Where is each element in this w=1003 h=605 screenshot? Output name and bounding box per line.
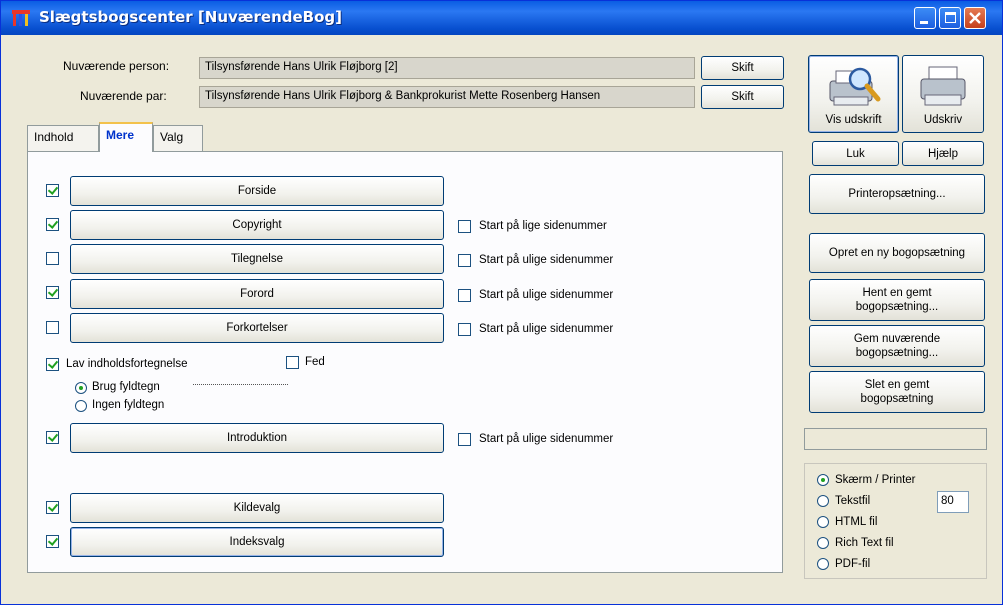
copyright-checkbox[interactable] xyxy=(46,218,59,231)
fed-checkbox[interactable] xyxy=(286,356,299,369)
main-window: Slægtsbogscenter [NuværendeBog] Nuværend… xyxy=(0,0,1003,605)
skift-par-button[interactable]: Skift xyxy=(701,85,784,109)
output-tekstfil-radio[interactable] xyxy=(817,495,829,507)
forside-button[interactable]: Forside xyxy=(70,176,444,206)
forkortelser-start-label: Start på ulige sidenummer xyxy=(479,323,614,335)
close-icon xyxy=(969,12,981,24)
gem-line-2: bogopsætning... xyxy=(855,347,939,359)
hent-line-1: Hent en gemt xyxy=(862,287,932,299)
title-bar[interactable]: Slægtsbogscenter [NuværendeBog] xyxy=(1,1,1002,35)
output-pdf-radio[interactable] xyxy=(817,558,829,570)
progress-bar xyxy=(804,428,987,450)
copyright-start-label: Start på lige sidenummer xyxy=(479,220,607,232)
tab-valg[interactable]: Valg xyxy=(153,125,203,151)
forkortelser-checkbox[interactable] xyxy=(46,321,59,334)
luk-button[interactable]: Luk xyxy=(812,141,899,166)
print-preview-icon xyxy=(829,67,880,106)
close-button[interactable] xyxy=(964,7,986,29)
ingen-fyldtegn-radio[interactable] xyxy=(75,400,87,412)
forkortelser-start-checkbox[interactable] xyxy=(458,323,471,336)
minimize-icon xyxy=(920,21,928,24)
maximize-icon xyxy=(945,12,956,23)
minimize-button[interactable] xyxy=(914,7,936,29)
tilegnelse-button[interactable]: Tilegnelse xyxy=(70,244,444,274)
gem-bogopsaetning-button[interactable]: Gem nuværende bogopsætning... xyxy=(809,325,985,367)
slet-bogopsaetning-button[interactable]: Slet en gemt bogopsætning xyxy=(809,371,985,413)
forside-checkbox[interactable] xyxy=(46,184,59,197)
hent-bogopsaetning-button[interactable]: Hent en gemt bogopsætning... xyxy=(809,279,985,321)
lav-indholdsfortegnelse-label: Lav indholdsfortegnelse xyxy=(66,358,188,370)
fed-label: Fed xyxy=(305,356,325,368)
udskriv-button[interactable]: Udskriv xyxy=(902,55,984,133)
forord-start-checkbox[interactable] xyxy=(458,289,471,302)
output-pdf-label: PDF-fil xyxy=(835,558,871,570)
person-field: Tilsynsførende Hans Ulrik Fløjborg [2] xyxy=(199,57,695,79)
output-html-label: HTML fil xyxy=(835,516,878,528)
output-rtf-radio[interactable] xyxy=(817,537,829,549)
introduktion-start-label: Start på ulige sidenummer xyxy=(479,433,614,445)
brug-fyldtegn-radio[interactable] xyxy=(75,382,87,394)
window-title: Slægtsbogscenter [NuværendeBog] xyxy=(39,8,342,26)
forord-start-label: Start på ulige sidenummer xyxy=(479,289,614,301)
kildevalg-checkbox[interactable] xyxy=(46,501,59,514)
maximize-button[interactable] xyxy=(939,7,961,29)
fill-dots xyxy=(193,384,288,385)
output-tekstfil-label: Tekstfil xyxy=(835,495,871,507)
printeropsaetning-button[interactable]: Printeropsætning... xyxy=(809,174,985,214)
vis-udskrift-button[interactable]: Vis udskrift xyxy=(808,55,899,133)
skift-person-button[interactable]: Skift xyxy=(701,56,784,80)
par-label: Nuværende par: xyxy=(80,89,167,103)
indeksvalg-button[interactable]: Indeksvalg xyxy=(70,527,444,557)
printer-icon xyxy=(920,66,966,106)
output-html-radio[interactable] xyxy=(817,516,829,528)
tab-indhold[interactable]: Indhold xyxy=(27,125,99,151)
output-skaerm-label: Skærm / Printer xyxy=(835,474,916,486)
hent-line-2: bogopsætning... xyxy=(855,301,939,313)
par-field: Tilsynsførende Hans Ulrik Fløjborg & Ban… xyxy=(199,86,695,108)
line-width-input[interactable]: 80 xyxy=(937,491,969,513)
introduktion-start-checkbox[interactable] xyxy=(458,433,471,446)
app-icon xyxy=(12,10,30,26)
tilegnelse-start-checkbox[interactable] xyxy=(458,254,471,267)
tilegnelse-checkbox[interactable] xyxy=(46,252,59,265)
lav-indholdsfortegnelse-checkbox[interactable] xyxy=(46,358,59,371)
tilegnelse-start-label: Start på ulige sidenummer xyxy=(479,254,614,266)
hjaelp-button[interactable]: Hjælp xyxy=(902,141,984,166)
output-rtf-label: Rich Text fil xyxy=(835,537,894,549)
indeksvalg-checkbox[interactable] xyxy=(46,535,59,548)
tab-mere[interactable]: Mere xyxy=(99,122,153,152)
vis-udskrift-label: Vis udskrift xyxy=(825,114,882,126)
forord-button[interactable]: Forord xyxy=(70,279,444,309)
forord-checkbox[interactable] xyxy=(46,286,59,299)
introduktion-button[interactable]: Introduktion xyxy=(70,423,444,453)
kildevalg-button[interactable]: Kildevalg xyxy=(70,493,444,523)
brug-fyldtegn-label: Brug fyldtegn xyxy=(92,381,160,393)
copyright-button[interactable]: Copyright xyxy=(70,210,444,240)
copyright-start-checkbox[interactable] xyxy=(458,220,471,233)
output-skaerm-radio[interactable] xyxy=(817,474,829,486)
person-label: Nuværende person: xyxy=(63,59,170,73)
opret-bogopsaetning-button[interactable]: Opret en ny bogopsætning xyxy=(809,233,985,273)
ingen-fyldtegn-label: Ingen fyldtegn xyxy=(92,399,165,411)
introduktion-checkbox[interactable] xyxy=(46,431,59,444)
forkortelser-button[interactable]: Forkortelser xyxy=(70,313,444,343)
udskriv-label: Udskriv xyxy=(923,114,963,126)
slet-line-1: Slet en gemt xyxy=(864,379,930,391)
slet-line-2: bogopsætning xyxy=(860,393,934,405)
gem-line-1: Gem nuværende xyxy=(853,333,941,345)
